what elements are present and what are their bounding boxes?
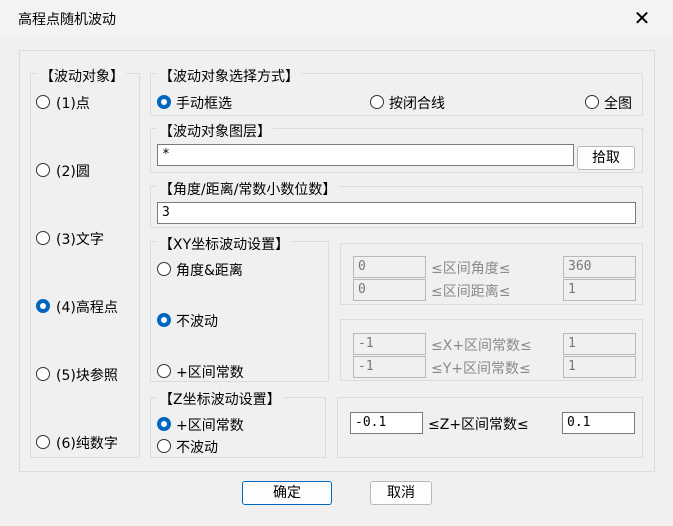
- method-label-all: 全图: [604, 96, 632, 112]
- z-const-range-label: ≤Z+区间常数≤: [428, 417, 529, 433]
- x-const-range-label: ≤X+区间常数≤: [431, 338, 532, 354]
- radio-selected-icon[interactable]: [36, 299, 50, 313]
- distance-range-label: ≤区间距离≤: [431, 284, 511, 300]
- angle-max-input[interactable]: 360: [563, 256, 636, 278]
- radio-icon[interactable]: [36, 231, 50, 245]
- radio-icon[interactable]: [157, 262, 171, 276]
- radio-icon[interactable]: [36, 367, 50, 381]
- radio-icon[interactable]: [370, 95, 384, 109]
- xy-title: 【XY坐标波动设置】: [157, 234, 292, 254]
- z-const-min-input[interactable]: -0.1: [350, 412, 423, 434]
- decimals-input[interactable]: 3: [157, 202, 636, 224]
- y-const-min-input[interactable]: -1: [353, 356, 426, 378]
- decimals-title: 【角度/距离/常数小数位数】: [157, 179, 339, 199]
- target-label-circle: (2)圆: [56, 164, 90, 180]
- y-const-max-input[interactable]: 1: [563, 356, 636, 378]
- radio-icon[interactable]: [157, 364, 171, 378]
- radio-icon[interactable]: [36, 163, 50, 177]
- target-label-elevation: (4)高程点: [56, 300, 118, 316]
- distance-min-input[interactable]: 0: [353, 279, 426, 301]
- target-frame: [30, 73, 140, 458]
- cancel-button[interactable]: 取消: [370, 481, 432, 505]
- z-title: 【Z坐标波动设置】: [157, 389, 283, 409]
- target-label-number: (6)纯数字: [56, 436, 118, 452]
- distance-max-input[interactable]: 1: [563, 279, 636, 301]
- x-const-min-input[interactable]: -1: [353, 333, 426, 355]
- method-title: 【波动对象选择方式】: [157, 66, 301, 86]
- pick-button[interactable]: 拾取: [577, 146, 635, 170]
- radio-icon[interactable]: [157, 439, 171, 453]
- xy-label-angle-distance: 角度&距离: [176, 263, 243, 279]
- xy-label-none: 不波动: [176, 314, 218, 330]
- radio-selected-icon[interactable]: [157, 95, 171, 109]
- xy-label-const: +区间常数: [176, 365, 244, 381]
- close-icon[interactable]: ✕: [630, 4, 654, 32]
- z-label-const: +区间常数: [176, 418, 244, 434]
- target-label-block: (5)块参照: [56, 368, 118, 384]
- radio-icon[interactable]: [36, 435, 50, 449]
- radio-selected-icon[interactable]: [157, 313, 171, 327]
- radio-icon[interactable]: [585, 95, 599, 109]
- layer-input[interactable]: *: [157, 144, 574, 166]
- method-label-manual: 手动框选: [176, 96, 232, 112]
- x-const-max-input[interactable]: 1: [563, 333, 636, 355]
- angle-min-input[interactable]: 0: [353, 256, 426, 278]
- y-const-range-label: ≤Y+区间常数≤: [431, 361, 531, 377]
- window-title: 高程点随机波动: [18, 12, 116, 28]
- target-label-text: (3)文字: [56, 232, 104, 248]
- ok-button[interactable]: 确定: [242, 481, 332, 505]
- method-label-closed: 按闭合线: [389, 96, 445, 112]
- layer-title: 【波动对象图层】: [157, 121, 273, 141]
- angle-range-label: ≤区间角度≤: [431, 261, 511, 277]
- z-label-none: 不波动: [176, 440, 218, 456]
- radio-selected-icon[interactable]: [157, 417, 171, 431]
- z-const-max-input[interactable]: 0.1: [562, 412, 635, 434]
- target-title: 【波动对象】: [38, 66, 126, 86]
- radio-icon[interactable]: [36, 95, 50, 109]
- target-label-point: (1)点: [56, 96, 90, 112]
